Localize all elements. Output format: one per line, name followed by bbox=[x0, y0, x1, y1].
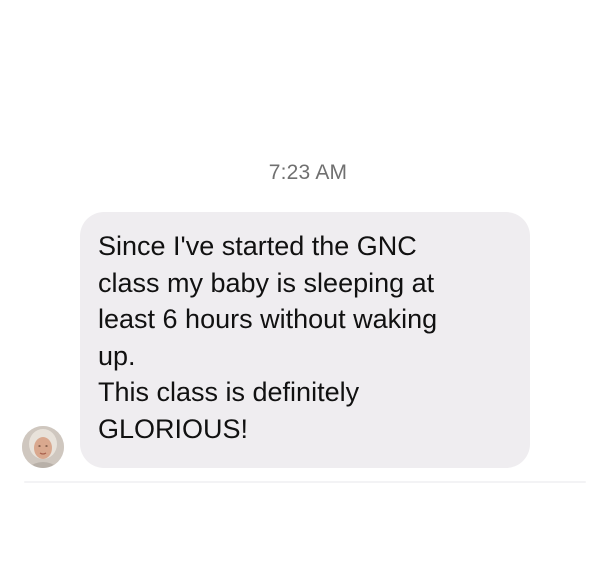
message-line: class my baby is sleeping at bbox=[98, 267, 435, 298]
chat-screen: 7:23 AM Since I've started the GNC class… bbox=[0, 0, 616, 574]
message-line: Since I've started the GNC bbox=[98, 231, 417, 261]
message-line: GLORIOUS! bbox=[98, 413, 249, 444]
message-line: up. bbox=[98, 340, 136, 371]
message-timestamp: 7:23 AM bbox=[268, 161, 348, 184]
message-row: Since I've started the GNC class my baby… bbox=[22, 212, 542, 468]
message-line: This class is definitely bbox=[98, 377, 360, 407]
sender-avatar[interactable] bbox=[22, 426, 64, 468]
incoming-message-bubble[interactable]: Since I've started the GNC class my baby… bbox=[80, 212, 530, 468]
message-line: least 6 hours without waking bbox=[98, 304, 438, 334]
avatar-photo-icon bbox=[22, 426, 64, 468]
composer-divider bbox=[24, 481, 586, 483]
